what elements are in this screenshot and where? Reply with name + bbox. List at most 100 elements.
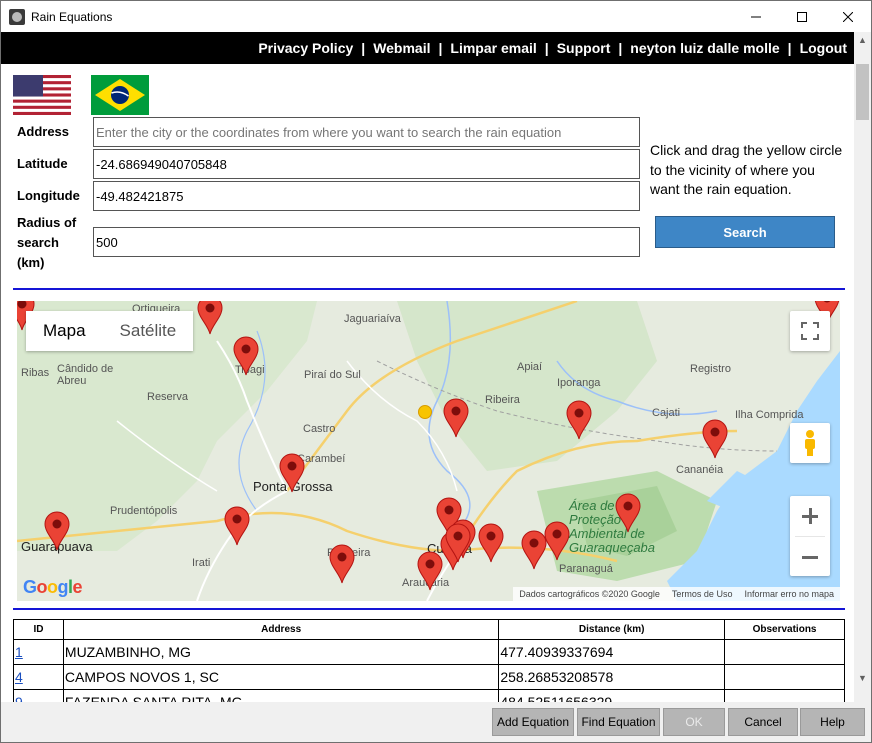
rain-station-pin[interactable] [233, 336, 259, 376]
longitude-label: Longitude [17, 188, 80, 203]
add-equation-button[interactable]: Add Equation [492, 708, 574, 736]
top-navigation: Privacy Policy | Webmail | Limpar email … [1, 32, 855, 64]
place-label: Área de Proteção Ambiental de Guaraqueça… [569, 498, 656, 555]
address-label: Address [17, 124, 70, 139]
cancel-button[interactable]: Cancel [728, 708, 798, 736]
zoom-control [790, 496, 830, 576]
distance-cell: 477.40939337694 [498, 639, 726, 665]
find-equation-button[interactable]: Find Equation [577, 708, 660, 736]
page-content: Privacy Policy | Webmail | Limpar email … [1, 32, 855, 702]
equation-id-link[interactable]: 1 [15, 644, 23, 660]
rain-station-pin[interactable] [197, 301, 223, 335]
equation-id-link[interactable]: 9 [15, 694, 23, 702]
app-icon [9, 8, 25, 25]
map-type-control: Mapa Satélite [26, 311, 194, 351]
google-logo-letter: o [47, 577, 58, 597]
longitude-input[interactable] [93, 181, 640, 211]
map-pin-icon [566, 400, 592, 440]
minimize-button[interactable] [733, 1, 779, 32]
rain-station-pin[interactable] [445, 523, 471, 563]
rain-station-pin[interactable] [417, 551, 443, 591]
rain-station-pin[interactable] [478, 523, 504, 563]
map-pin-icon [279, 453, 305, 493]
rain-station-pin[interactable] [443, 398, 469, 438]
help-button[interactable]: Help [800, 708, 865, 736]
divider [13, 288, 845, 290]
column-header: Observations [724, 619, 845, 640]
rain-station-pin[interactable] [44, 511, 70, 551]
vertical-scrollbar[interactable]: ▲ ▼ [854, 32, 871, 702]
google-logo-letter: G [23, 577, 37, 597]
map-pin-icon [224, 506, 250, 546]
rain-station-pin[interactable] [224, 506, 250, 546]
rain-station-pin[interactable] [615, 493, 641, 533]
map-pin-icon [615, 493, 641, 533]
place-label: Iporanga [557, 377, 601, 389]
column-header: Distance (km) [498, 619, 726, 640]
column-header: ID [13, 619, 64, 640]
satellite-tab[interactable]: Satélite [103, 311, 194, 351]
rain-station-pin[interactable] [566, 400, 592, 440]
close-button[interactable] [825, 1, 871, 32]
address-input[interactable] [93, 117, 640, 147]
map-tab[interactable]: Mapa [26, 311, 103, 351]
app-window: Rain Equations Privacy Policy | Webmail … [0, 0, 872, 743]
ok-button[interactable]: OK [663, 708, 725, 736]
rain-station-pin[interactable] [329, 544, 355, 584]
report-error-link[interactable]: Informar erro no mapa [738, 589, 840, 599]
us-flag-icon[interactable] [13, 75, 71, 115]
logout-link[interactable]: Logout [800, 40, 847, 56]
window-controls [733, 1, 871, 32]
fullscreen-button[interactable] [790, 311, 830, 351]
observations-cell [724, 664, 845, 690]
draggable-location-marker[interactable] [418, 405, 432, 419]
rain-station-pin[interactable] [279, 453, 305, 493]
address-cell: CAMPOS NOVOS 1, SC [62, 664, 500, 690]
scroll-down-icon[interactable]: ▼ [854, 670, 871, 687]
nav-separator: | [361, 40, 366, 56]
minus-icon [802, 555, 818, 559]
table-row: 4 CAMPOS NOVOS 1, SC 258.26853208578 [13, 664, 845, 690]
scroll-up-icon[interactable]: ▲ [854, 32, 871, 49]
place-label: Ribas [21, 367, 50, 379]
google-logo-letter: e [72, 577, 83, 597]
results-table: ID Address Distance (km) Observations 1 … [13, 619, 845, 702]
privacy-policy-link[interactable]: Privacy Policy [258, 40, 353, 56]
place-label: Cajati [652, 407, 681, 419]
map-pin-icon [233, 336, 259, 376]
maximize-button[interactable] [779, 1, 825, 32]
window-title: Rain Equations [31, 9, 113, 24]
place-label: Piraí do Sul [304, 369, 361, 381]
place-label: Apiaí [517, 361, 543, 373]
user-name-link[interactable]: neyton luiz dalle molle [630, 40, 779, 56]
google-logo-letter: g [57, 577, 69, 597]
zoom-in-button[interactable] [801, 496, 819, 536]
radius-input[interactable] [93, 227, 640, 257]
search-button[interactable]: Search [655, 216, 835, 248]
nav-separator: | [787, 40, 792, 56]
clear-email-link[interactable]: Limpar email [450, 40, 536, 56]
place-label: Cananéia [676, 464, 724, 476]
brazil-flag-icon[interactable] [91, 75, 149, 115]
distance-cell: 484.52511656329 [498, 689, 726, 702]
observations-cell [724, 689, 845, 702]
support-link[interactable]: Support [557, 40, 611, 56]
id-cell: 9 [13, 689, 64, 702]
webmail-link[interactable]: Webmail [373, 40, 430, 56]
place-label: Registro [690, 363, 731, 375]
map-view[interactable]: Ortigueira Jaguariaíva Tibagi Cândido de… [17, 301, 840, 601]
terms-link[interactable]: Termos de Uso [666, 589, 739, 599]
observations-cell [724, 639, 845, 665]
latitude-input[interactable] [93, 149, 640, 179]
zoom-out-button[interactable] [801, 537, 819, 576]
pegman-icon [805, 430, 815, 456]
scrollbar-thumb[interactable] [856, 64, 869, 120]
rain-station-pin[interactable] [702, 419, 728, 459]
street-view-button[interactable] [790, 423, 830, 463]
distance-cell: 258.26853208578 [498, 664, 726, 690]
map-pin-icon [417, 551, 443, 591]
rain-station-pin[interactable] [544, 521, 570, 561]
table-row: 1 MUZAMBINHO, MG 477.40939337694 [13, 639, 845, 665]
equation-id-link[interactable]: 4 [15, 669, 23, 685]
place-label: Ribeira [485, 394, 520, 406]
